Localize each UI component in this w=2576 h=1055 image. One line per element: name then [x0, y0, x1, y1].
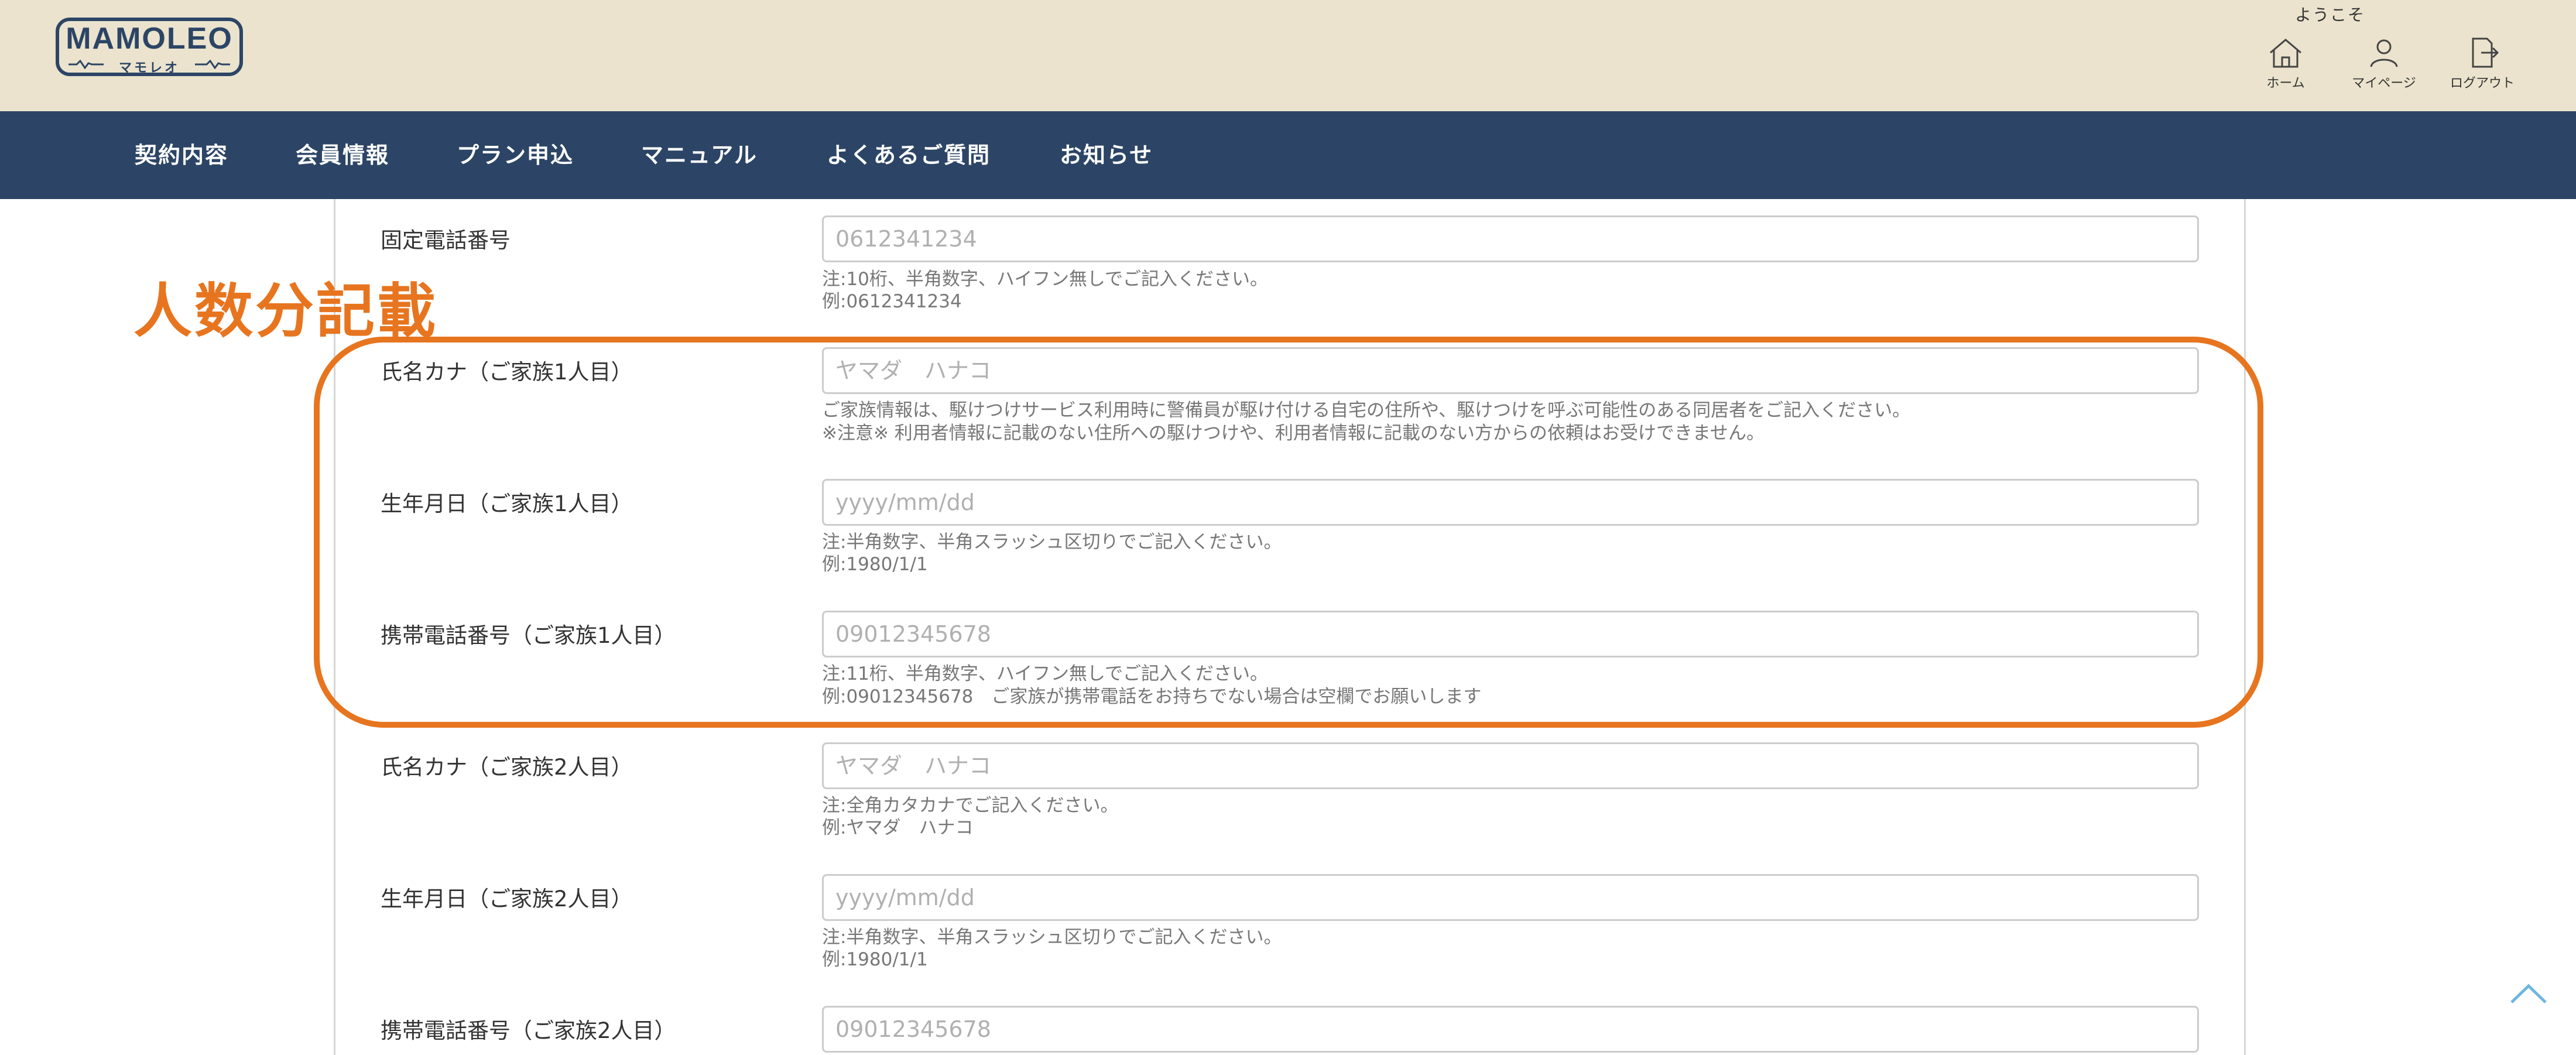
landline-input[interactable] [822, 215, 2199, 262]
family1-birthday-example: 例:1980/1/1 [822, 554, 928, 575]
family1-mobile-example: 例:09012345678 ご家族が携帯電話をお持ちでない場合は空欄でお願いしま… [822, 686, 1482, 707]
scroll-top-chevron-icon[interactable] [2508, 979, 2549, 1008]
family1-birthday-note: 注:半角数字、半角スラッシュ区切りでご記入ください。 [822, 532, 1282, 553]
family2-mobile-label: 携帯電話番号（ご家族2人目） [381, 1018, 676, 1043]
header-mypage-link[interactable]: マイページ [2331, 36, 2437, 91]
family2-birthday-note: 注:半角数字、半角スラッシュ区切りでご記入ください。 [822, 927, 1282, 948]
family2-birthday-input[interactable] [822, 874, 2199, 921]
family1-mobile-input[interactable] [822, 611, 2199, 657]
nav-manual[interactable]: マニュアル [641, 111, 758, 199]
mypage-label: マイページ [2352, 76, 2416, 91]
family1-kana-label: 氏名カナ（ご家族1人目） [381, 359, 633, 385]
family1-mobile-label: 携帯電話番号（ご家族1人目） [381, 623, 676, 648]
logo-text: MAMOLEO [66, 22, 233, 56]
home-label: ホーム [2266, 76, 2305, 91]
landline-note: 注:10桁、半角数字、ハイフン無しでご記入ください。 [822, 269, 1268, 290]
header-home-link[interactable]: ホーム [2233, 36, 2338, 91]
family1-kana-input[interactable] [822, 347, 2199, 394]
mamoleo-logo[interactable]: MAMOLEO マモレオ [56, 18, 243, 81]
family1-birthday-label: 生年月日（ご家族1人目） [381, 491, 633, 516]
family2-kana-example: 例:ヤマダ ハナコ [822, 817, 974, 838]
nav-news[interactable]: お知らせ [1060, 111, 1153, 199]
family2-mobile-input[interactable] [822, 1006, 2199, 1053]
family1-kana-caution: ※注意※ 利用者情報に記載のない住所への駆けつけや、利用者情報に記載のない方から… [822, 423, 1765, 444]
welcome-text: ようこそ [2295, 5, 2366, 25]
header-logout-link[interactable]: ログアウト [2430, 36, 2535, 91]
family2-birthday-label: 生年月日（ご家族2人目） [381, 886, 633, 912]
family2-kana-input[interactable] [822, 742, 2199, 789]
family1-birthday-input[interactable] [822, 479, 2199, 526]
nav-member-info[interactable]: 会員情報 [296, 111, 389, 199]
landline-label: 固定電話番号 [381, 228, 511, 253]
landline-example: 例:0612341234 [822, 291, 962, 312]
annotation-title: 人数分記載 [133, 277, 438, 345]
logout-icon [2472, 37, 2499, 68]
nav-faq[interactable]: よくあるご質問 [827, 111, 991, 199]
family1-mobile-note: 注:11桁、半角数字、ハイフン無しでご記入ください。 [822, 663, 1268, 684]
family2-kana-label: 氏名カナ（ご家族2人目） [381, 755, 633, 780]
logout-label: ログアウト [2450, 76, 2515, 91]
family2-birthday-example: 例:1980/1/1 [822, 949, 928, 970]
family1-kana-note: ご家族情報は、駆けつけサービス利用時に警備員が駆け付ける自宅の住所や、駆けつけを… [822, 400, 1911, 421]
site-header: MAMOLEO マモレオ ようこそ ホーム マイページ ログアウト [0, 0, 2576, 111]
user-icon [2370, 39, 2398, 67]
family2-kana-note: 注:全角カタカナでご記入ください。 [822, 795, 1119, 816]
nav-plan-apply[interactable]: プラン申込 [457, 111, 574, 199]
main-nav: 契約内容 会員情報 プラン申込 マニュアル よくあるご質問 お知らせ [0, 111, 2576, 199]
logo-wave-right-icon [195, 60, 230, 69]
home-icon [2270, 39, 2301, 68]
nav-contract[interactable]: 契約内容 [135, 111, 228, 199]
